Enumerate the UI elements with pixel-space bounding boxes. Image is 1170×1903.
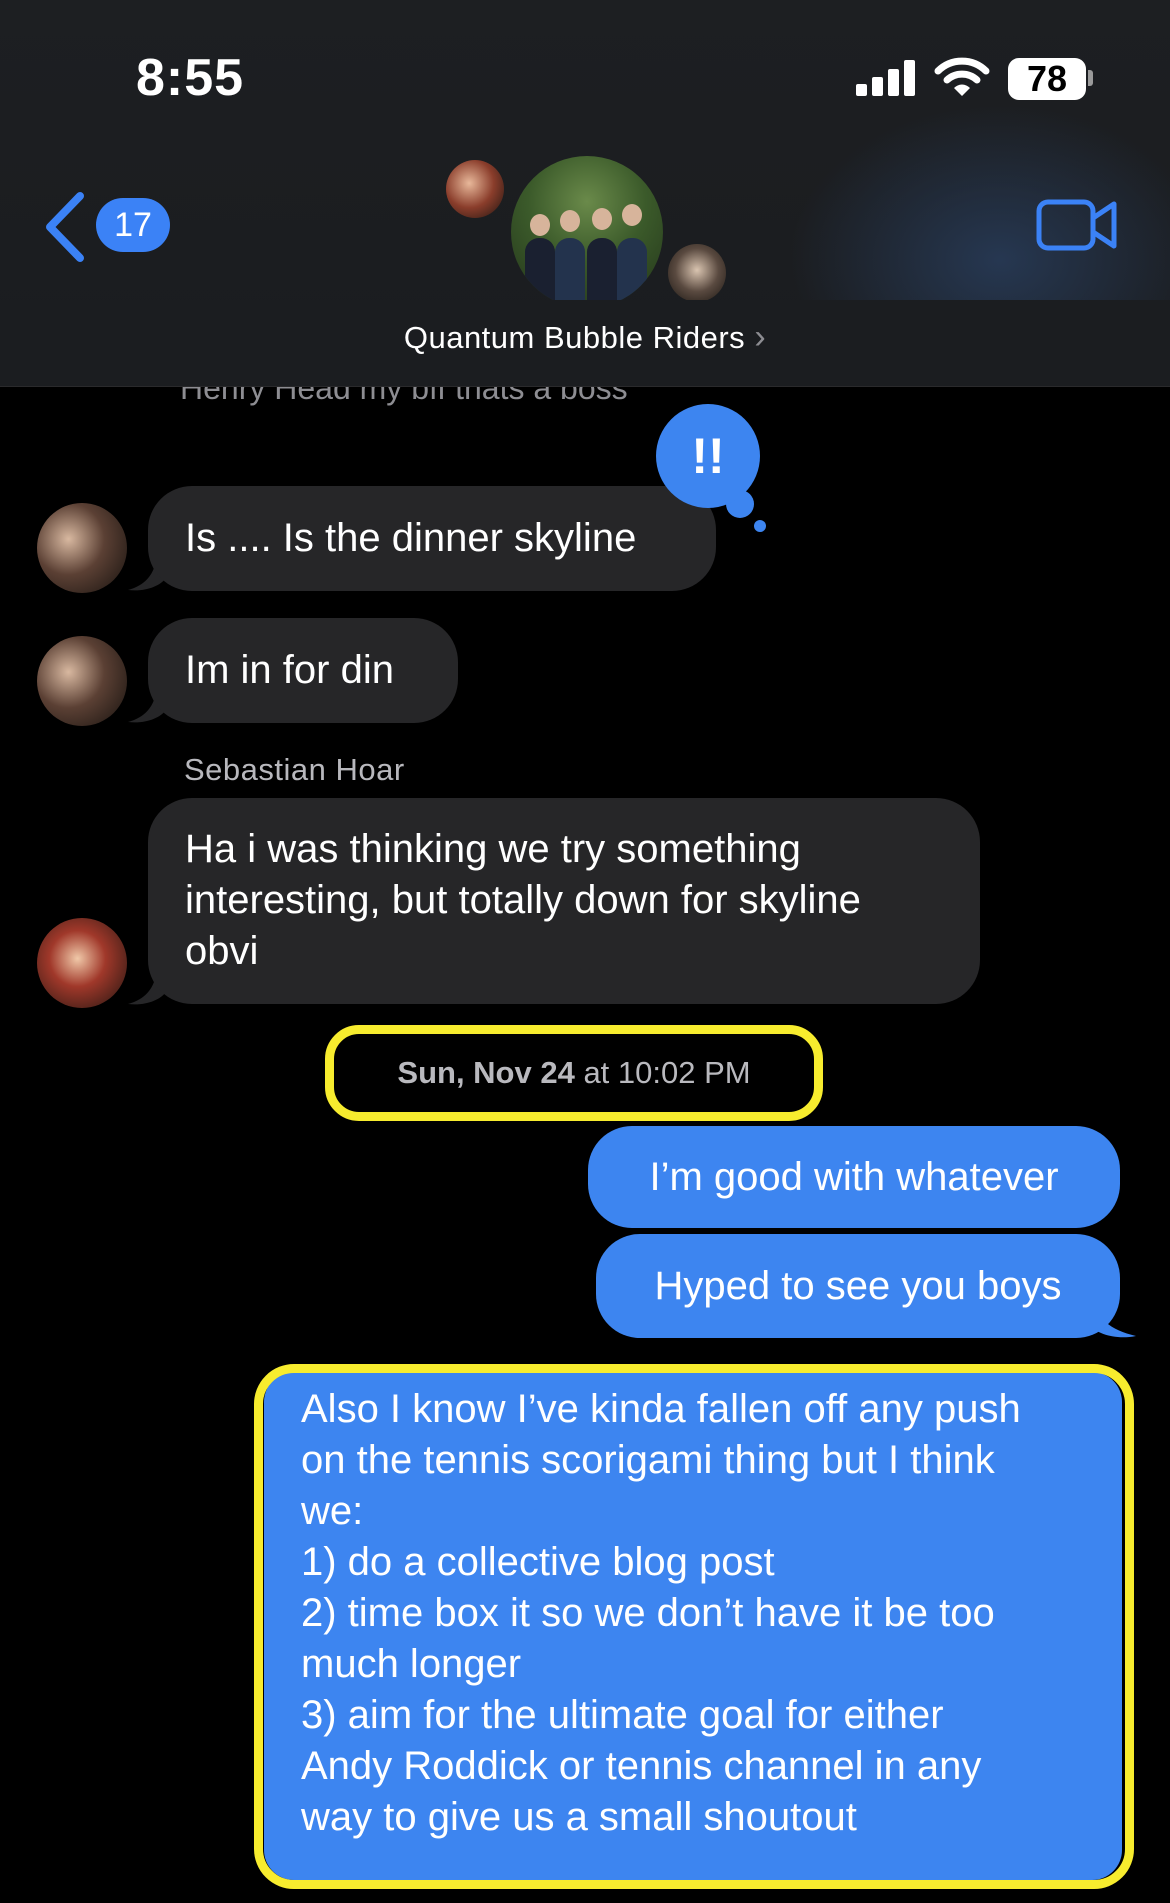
message-text: Is .... Is the dinner skyline [185, 516, 637, 560]
sender-avatar[interactable] [37, 636, 127, 726]
back-chevron-icon[interactable] [40, 190, 90, 264]
battery-icon: 78 [1008, 58, 1086, 100]
message-text: Im in for din [185, 648, 394, 692]
message-text: I’m good with whatever [649, 1155, 1059, 1199]
message-text-line: interesting, but totally down for skylin… [185, 878, 861, 922]
message-bubble-outgoing[interactable]: Hyped to see you boys [596, 1234, 1120, 1338]
message-text: Hyped to see you boys [654, 1264, 1062, 1308]
message-highlight-box [254, 1364, 1134, 1889]
battery-tip [1088, 70, 1093, 86]
message-bubble-outgoing[interactable]: I’m good with whatever [588, 1126, 1120, 1228]
group-member-avatar[interactable] [668, 244, 726, 302]
message-text-line: Ha i was thinking we try something [185, 827, 801, 871]
message-text-line: obvi [185, 929, 259, 973]
back-unread-badge[interactable]: 17 [96, 198, 170, 252]
group-member-avatar[interactable] [446, 160, 504, 218]
tapback-dot [754, 520, 766, 532]
group-name-text[interactable]: Quantum Bubble Riders [404, 320, 745, 355]
wifi-icon [934, 57, 990, 96]
timestamp-time: at 10:02 PM [574, 1055, 751, 1090]
chevron-right-icon[interactable]: › [754, 318, 766, 356]
group-name-overlay[interactable]: Quantum Bubble Riders › [0, 318, 1170, 357]
timestamp: Sun, Nov 24 at 10:02 PM [325, 1025, 823, 1121]
sender-avatar[interactable] [37, 503, 127, 593]
group-avatar[interactable] [511, 156, 663, 308]
emphasis-tapback-icon[interactable]: !! [656, 404, 760, 508]
timestamp-day: Sun, Nov 24 [397, 1055, 575, 1090]
video-camera-icon[interactable] [1036, 198, 1118, 252]
sender-name: Sebastian Hoar [184, 752, 405, 787]
sender-avatar[interactable] [37, 918, 127, 1008]
message-bubble-incoming[interactable]: Im in for din [148, 618, 458, 723]
message-bubble-incoming[interactable]: Is .... Is the dinner skyline [148, 486, 716, 591]
status-time: 8:55 [136, 49, 245, 107]
signal-icon [856, 58, 916, 96]
message-bubble-incoming[interactable]: Ha i was thinking we try something inter… [148, 798, 980, 1004]
